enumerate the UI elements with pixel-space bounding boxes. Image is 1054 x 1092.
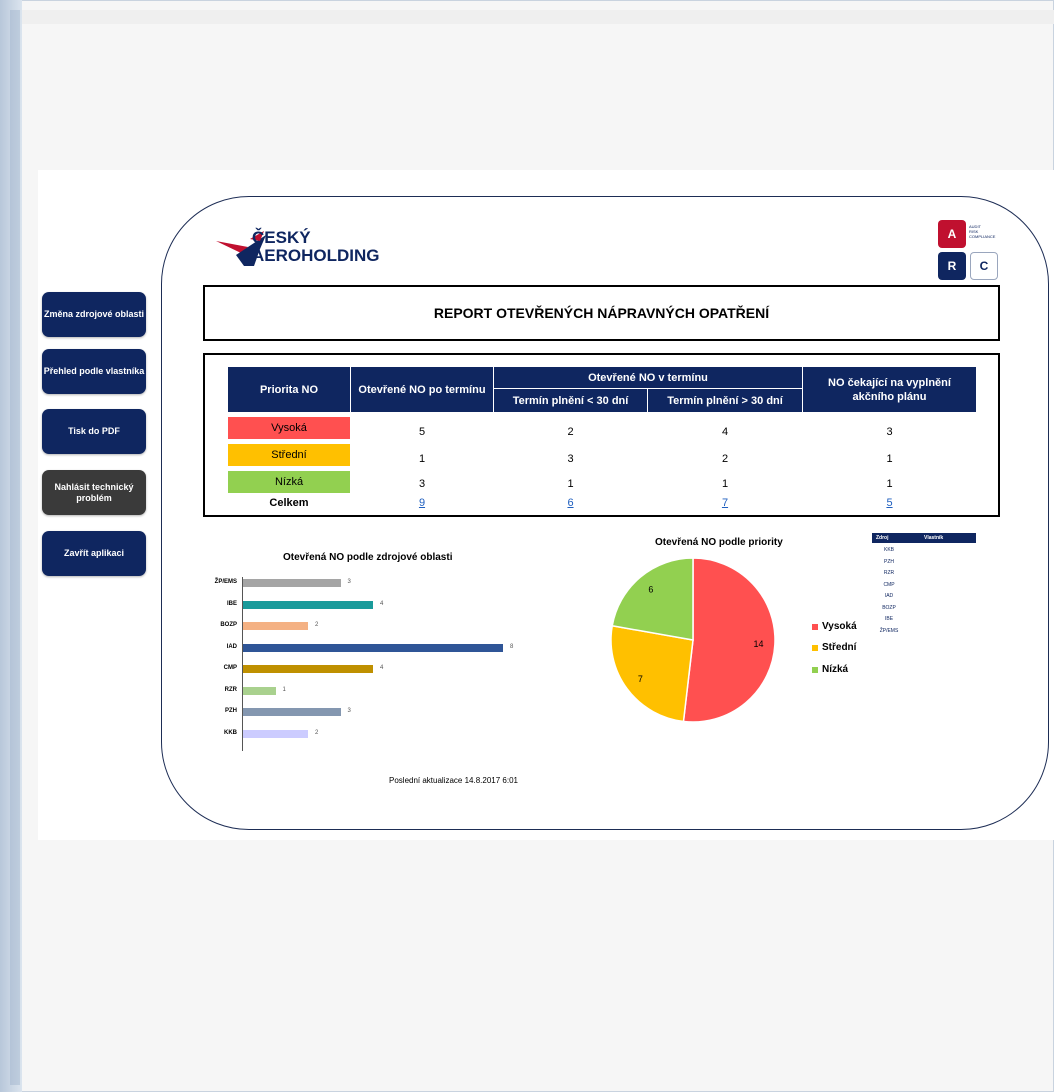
mini-table-item[interactable]: IBE [872, 616, 906, 622]
bar [243, 600, 373, 609]
arc-logo: A AUDIT RISK COMPLIANCE R C [936, 218, 1002, 284]
cell-high-lt30: 2 [567, 426, 574, 438]
pie-chart-title: Otevřená NO podle priority [655, 537, 783, 548]
bar-category-label: ŽP/EMS [214, 579, 237, 585]
mini-table-item[interactable]: RZR [872, 570, 906, 576]
bar-value-label: 1 [282, 686, 286, 693]
bar-category-label: BOZP [220, 622, 237, 628]
print-pdf-button[interactable]: Tisk do PDF [42, 409, 146, 454]
overview-by-owner-button[interactable]: Přehled podle vlastníka [42, 349, 146, 394]
legend-low-label: Nízká [822, 664, 849, 675]
legend-medium-label: Střední [822, 642, 857, 653]
arc-a-icon: A [938, 220, 966, 248]
bar-category-label: KKB [224, 729, 237, 736]
mini-header-source: Zdroj [876, 535, 889, 541]
cell-high-awaiting: 3 [886, 426, 893, 438]
header-gt30: Termín plnění > 30 dní [648, 389, 802, 412]
logo-line-2: AEROHOLDING [252, 246, 380, 265]
window-left-edge [0, 0, 22, 1092]
legend-high-label: Vysoká [822, 621, 857, 632]
bar [243, 579, 341, 587]
pie-slice-1 [610, 624, 694, 723]
cell-medium-awaiting: 1 [886, 453, 893, 465]
pie-value-label: 6 [648, 585, 653, 595]
bar-value-label: 3 [347, 708, 351, 714]
mini-header-owner: Vlastník [924, 535, 944, 541]
header-lt30: Termín plnění < 30 dní [494, 389, 647, 412]
report-title: REPORT OTEVŘENÝCH NÁPRAVNÝCH OPATŘENÍ [203, 285, 1000, 341]
bar [243, 708, 341, 716]
priority-high: Vysoká [228, 417, 350, 439]
arc-c-icon: C [970, 252, 998, 280]
arc-r-icon: R [938, 252, 966, 280]
cell-low-lt30: 1 [567, 478, 574, 490]
window-top-strip [22, 10, 1054, 24]
pie-chart: 14 7 6 [610, 557, 776, 723]
legend-low: Nízká [812, 664, 848, 675]
bar-category-label: PZH [225, 708, 237, 714]
total-gt30-link[interactable]: 7 [722, 497, 728, 509]
legend-high: Vysoká [812, 621, 857, 632]
arc-subtitle: AUDIT RISK COMPLIANCE [969, 224, 995, 239]
last-update-text: Poslední aktualizace 14.8.2017 6:01 [389, 776, 518, 785]
pie-slice-2 [611, 557, 694, 641]
cell-medium-lt30: 3 [567, 453, 574, 465]
bar-category-label: IAD [226, 643, 237, 650]
bar-value-label: 8 [510, 643, 514, 650]
company-logo-text: ČESKÝ AEROHOLDING [252, 229, 380, 265]
report-technical-problem-button[interactable]: Nahlásit technický problém [42, 470, 146, 515]
cell-medium-overdue: 1 [418, 453, 426, 465]
mini-table-item[interactable]: IAD [872, 593, 906, 599]
bar-value-label: 2 [315, 622, 319, 628]
pie-value-label: 7 [638, 674, 643, 684]
header-overdue: Otevřené NO po termínu [351, 367, 493, 412]
total-awaiting-link[interactable]: 5 [886, 497, 892, 509]
cell-high-overdue: 5 [418, 426, 426, 438]
change-source-area-button[interactable]: Změna zdrojové oblasti [42, 292, 146, 337]
header-awaiting-plan: NO čekající na vyplnění akčního plánu [803, 367, 976, 412]
priority-low: Nízká [228, 471, 350, 493]
mini-table-item[interactable]: BOZP [872, 605, 906, 611]
bar [243, 665, 373, 673]
total-lt30-link[interactable]: 6 [567, 497, 573, 509]
cell-low-gt30: 1 [721, 478, 729, 490]
close-application-button[interactable]: Zavřít aplikaci [42, 531, 146, 576]
bar-value-label: 2 [315, 729, 319, 736]
bar [243, 643, 503, 652]
bar [243, 686, 276, 695]
total-label: Celkem [269, 497, 309, 509]
priority-medium: Střední [228, 444, 350, 466]
bar-category-label: IBE [226, 600, 237, 607]
mini-table-header: Zdroj Vlastník [872, 533, 976, 543]
arc-sub-compliance: COMPLIANCE [969, 234, 996, 239]
bar-category-label: CMP [223, 665, 237, 671]
header-on-time: Otevřené NO v termínu [494, 367, 802, 388]
pie-value-label: 14 [753, 639, 763, 649]
header-priority: Priorita NO [228, 367, 350, 412]
mini-table-item[interactable]: PZH [872, 559, 906, 565]
logo-line-1: ČESKÝ [252, 228, 311, 247]
cell-low-overdue: 3 [418, 478, 426, 490]
mini-table-item[interactable]: ŽP/EMS [872, 628, 906, 634]
cell-low-awaiting: 1 [886, 478, 893, 490]
total-overdue-link[interactable]: 9 [419, 497, 425, 509]
legend-medium: Střední [812, 642, 856, 653]
bar [243, 729, 308, 738]
bar [243, 622, 308, 630]
cell-medium-gt30: 2 [721, 453, 729, 465]
mini-table-item[interactable]: KKB [872, 547, 906, 553]
cell-high-gt30: 4 [721, 426, 729, 438]
bar-value-label: 3 [347, 579, 351, 585]
bar-category-label: RZR [224, 686, 237, 693]
bar-value-label: 4 [380, 600, 384, 607]
bar-chart-title: Otevřená NO podle zdrojové oblasti [283, 552, 453, 563]
mini-table-item[interactable]: CMP [872, 582, 906, 588]
bar-value-label: 4 [380, 665, 384, 671]
